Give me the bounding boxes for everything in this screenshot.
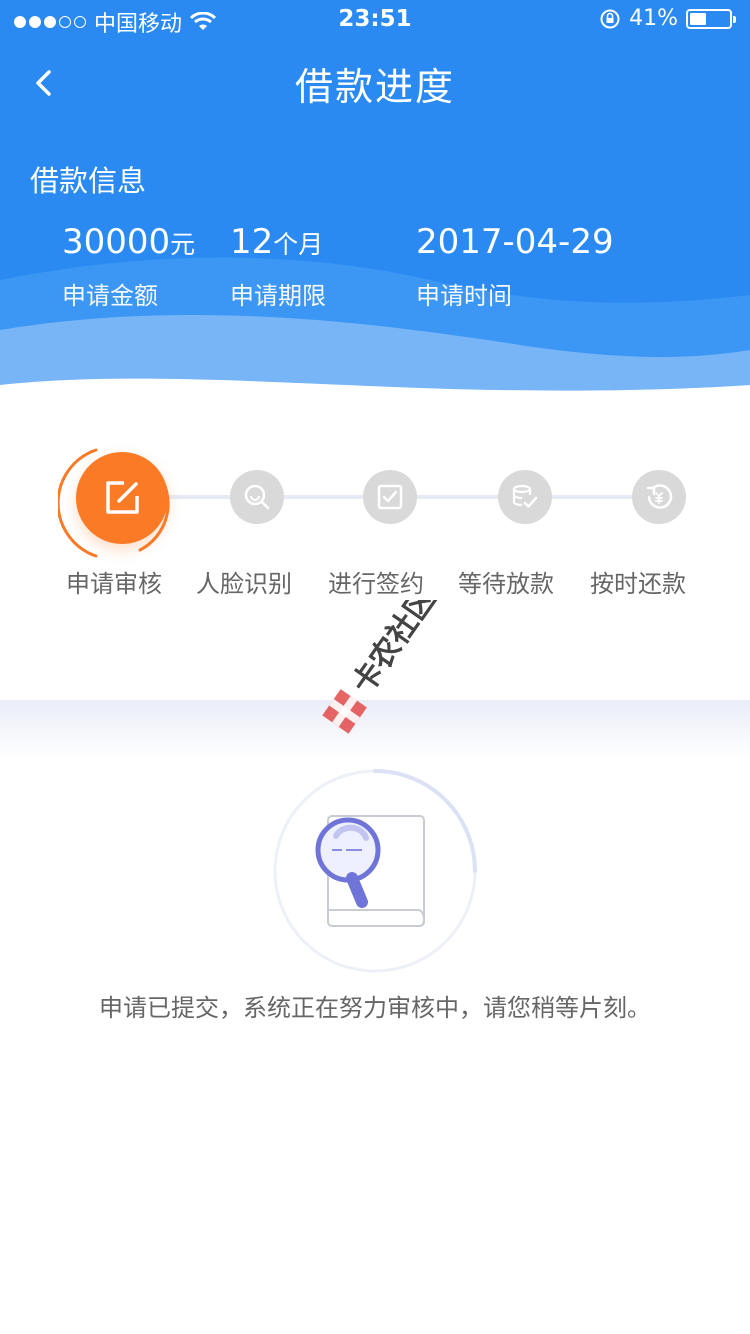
nav-bar: 借款进度 xyxy=(0,50,750,116)
step-4-label: 等待放款 xyxy=(458,570,554,598)
page-title: 借款进度 xyxy=(294,65,455,109)
amount-label: 申请金额 xyxy=(62,282,158,310)
date-value: 2017-04-29 xyxy=(416,222,614,262)
battery-fill xyxy=(690,12,706,25)
step-5-circle[interactable] xyxy=(632,470,686,524)
battery-percent: 41% xyxy=(629,6,678,31)
loan-amount: 30000元 申请金额 xyxy=(62,222,195,311)
coins-check-icon xyxy=(512,484,538,508)
progress-steps: 申请审核 人脸识别 进行签约 等待放款 按时还款 xyxy=(0,440,750,610)
status-right: 41% xyxy=(599,6,736,31)
step-5-label: 按时还款 xyxy=(590,570,686,598)
rotation-lock-icon xyxy=(600,9,620,28)
battery-icon xyxy=(686,8,736,29)
step-1-label: 申请审核 xyxy=(66,570,162,598)
step-3-circle[interactable] xyxy=(363,470,417,524)
loan-info-title: 借款信息 xyxy=(30,164,147,198)
step-3-label: 进行签约 xyxy=(328,570,424,598)
step-2-circle[interactable] xyxy=(230,470,284,524)
repay-icon xyxy=(646,484,673,509)
amount-value: 30000 xyxy=(62,222,171,262)
term-unit: 个月 xyxy=(273,230,324,259)
sign-check-icon xyxy=(377,484,403,510)
review-status-message: 申请已提交，系统正在努力审核中，请您稍等片刻。 xyxy=(99,994,651,1022)
amount-unit: 元 xyxy=(170,230,196,259)
review-illustration xyxy=(273,769,477,973)
status-bar: 中国移动 23:51 41% xyxy=(0,0,750,40)
step-2-label: 人脸识别 xyxy=(196,570,292,598)
term-label: 申请期限 xyxy=(230,282,326,310)
date-label: 申请时间 xyxy=(416,282,512,310)
watermark-gift-icon xyxy=(322,689,367,734)
face-scan-icon xyxy=(244,484,270,510)
watermark-logo: 卡农社区 xyxy=(322,600,443,734)
watermark-text: 卡农社区 xyxy=(346,600,443,700)
step-4-circle[interactable] xyxy=(498,470,552,524)
term-value: 12 xyxy=(230,222,274,262)
loan-term: 12个月 申请期限 xyxy=(230,222,326,311)
loan-date: 2017-04-29 申请时间 xyxy=(416,222,614,311)
edit-icon xyxy=(106,481,139,514)
step-1-circle[interactable] xyxy=(76,452,168,544)
